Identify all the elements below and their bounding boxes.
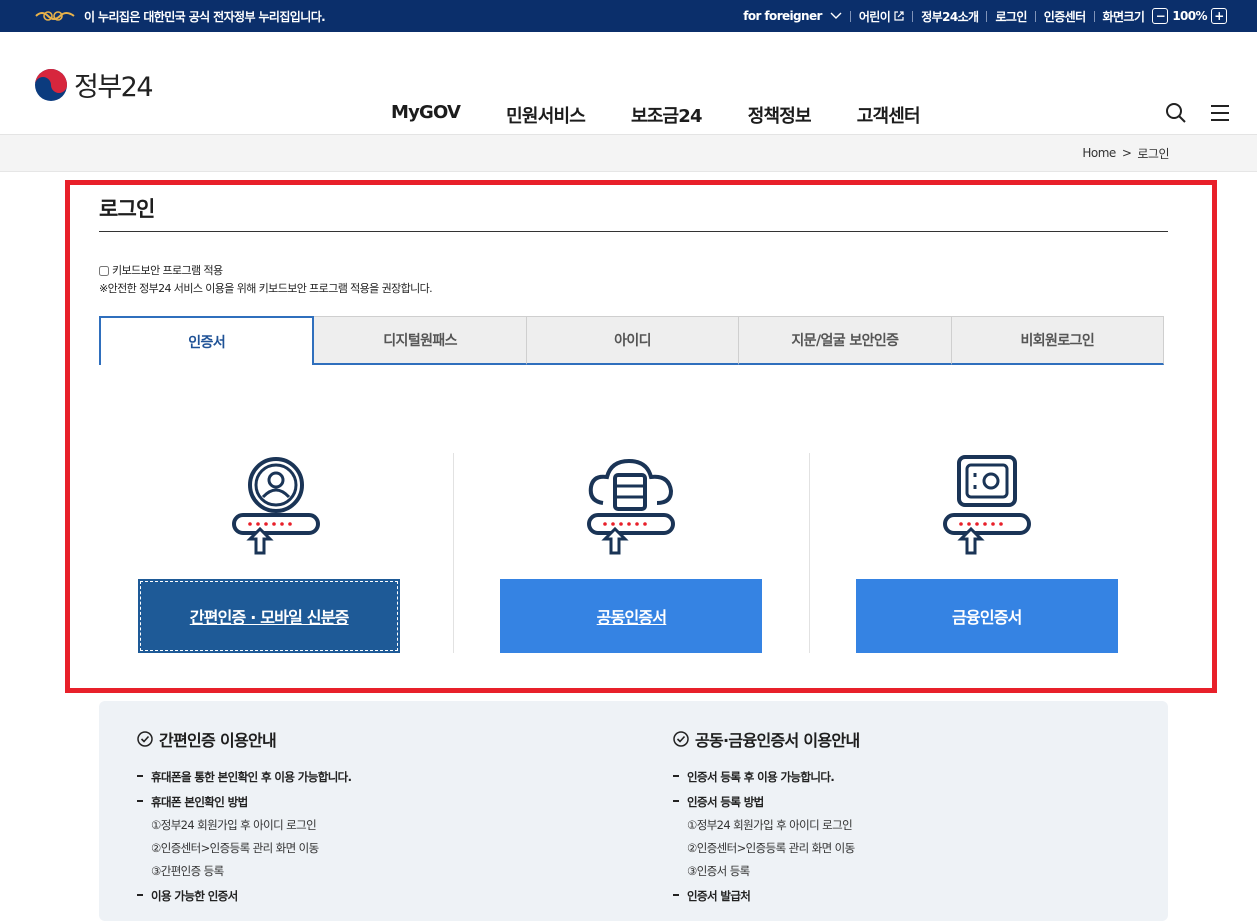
zoom-out-button[interactable]: − [1152, 8, 1169, 24]
keyboard-security-label: 키보드보안 프로그램 적용 [112, 264, 223, 277]
simple-auth-info-title: 간편인증 이용안내 [159, 731, 277, 750]
list-item: 휴대폰을 통한 본인확인 후 이용 가능합니다. [137, 769, 352, 785]
gov-notice-text: 이 누리집은 대한민국 공식 전자정부 누리집입니다. [84, 9, 326, 24]
tab-biometric[interactable]: 지문/얼굴 보안인증 [739, 316, 952, 365]
zoom-level: 100% [1172, 9, 1207, 23]
about-link[interactable]: 정부24소개 [921, 8, 979, 25]
keyboard-security-option[interactable]: 키보드보안 프로그램 적용 [99, 262, 432, 280]
foreigner-link[interactable]: for foreigner [743, 9, 822, 23]
gov-banner: 이 누리집은 대한민국 공식 전자정부 누리집입니다. for foreigne… [0, 0, 1257, 32]
breadcrumb-separator: > [1121, 146, 1132, 160]
step-item: ②인증센터>인증등록 관리 화면 이동 [151, 841, 319, 855]
nav-mygov[interactable]: MyGOV [391, 102, 461, 128]
joint-cert-card: 공동인증서 [453, 453, 808, 653]
financial-cert-button[interactable]: 금융인증서 [855, 579, 1118, 653]
breadcrumb: Home > 로그인 [0, 135, 1257, 172]
site-header: 정부24 MyGOV 민원서비스 보조금24 정책정보 고객센터 [0, 32, 1257, 135]
list-item: 인증서 발급처 [673, 888, 859, 904]
step-item: ①정부24 회원가입 후 아이디 로그인 [151, 818, 317, 832]
safe-icon [942, 455, 1031, 555]
list-item: 인증서 등록 후 이용 가능합니다. [673, 769, 859, 785]
list-item: 휴대폰 본인확인 방법 [137, 794, 351, 810]
step-item: ③간편인증 등록 [151, 864, 224, 878]
tab-id[interactable]: 아이디 [526, 316, 740, 365]
breadcrumb-home[interactable]: Home [1082, 146, 1116, 160]
tab-guest-login[interactable]: 비회원로그인 [951, 316, 1165, 365]
check-circle-icon [673, 731, 689, 747]
gov-notice: 이 누리집은 대한민국 공식 전자정부 누리집입니다. [34, 8, 326, 25]
main-nav: MyGOV 민원서비스 보조금24 정책정보 고객센터 [368, 102, 943, 128]
simple-auth-button[interactable]: 간편인증 · 모바일 신분증 [138, 579, 401, 653]
page-title: 로그인 [99, 197, 155, 221]
logo-text: 정부24 [74, 72, 154, 103]
tab-digital-onepass[interactable]: 디지털원패스 [314, 316, 527, 365]
list-item: 인증서 등록 방법 [673, 794, 859, 810]
user-icon [232, 457, 321, 555]
keyboard-security-checkbox[interactable] [99, 266, 109, 276]
keyboard-security: 키보드보안 프로그램 적용 ※안전한 정부24 서비스 이용을 위해 키보드보안… [99, 262, 433, 298]
list-item: 이용 가능한 인증서 [137, 888, 351, 904]
login-tabs: 인증서 디지털원패스 아이디 지문/얼굴 보안인증 비회원로그인 [99, 316, 1165, 365]
search-icon[interactable] [1165, 102, 1187, 124]
financial-cert-card: 금융인증서 [808, 453, 1164, 653]
zoom-in-button[interactable]: + [1211, 8, 1227, 24]
menu-icon[interactable] [1209, 102, 1231, 124]
step-item: ①정부24 회원가입 후 아이디 로그인 [687, 818, 853, 832]
screen-size-label: 화면크기 [1102, 9, 1145, 24]
chevron-down-icon[interactable] [830, 12, 842, 20]
step-item: ②인증센터>인증등록 관리 화면 이동 [687, 841, 855, 855]
taegeuk-logo-icon [35, 68, 67, 101]
breadcrumb-current: 로그인 [1137, 146, 1169, 161]
cert-center-link[interactable]: 인증센터 [1044, 8, 1086, 25]
site-logo[interactable]: 정부24 [34, 65, 154, 104]
check-circle-icon [137, 731, 153, 747]
nav-customer-center[interactable]: 고객센터 [857, 102, 921, 128]
usage-info-panel: 간편인증 이용안내 휴대폰을 통한 본인확인 후 이용 가능합니다. 휴대폰 본… [99, 701, 1168, 921]
external-link-icon [894, 11, 904, 21]
cert-info: 공동·금융인증서 이용안내 인증서 등록 후 이용 가능합니다. 인증서 등록 … [673, 727, 860, 913]
kids-link[interactable]: 어린이 [859, 8, 891, 25]
login-methods: 간편인증 · 모바일 신분증 공동인증서 금융인증서 [99, 453, 1164, 653]
gov-emblem-icon [35, 11, 75, 21]
joint-cert-button[interactable]: 공동인증서 [500, 579, 763, 653]
step-item: ③인증서 등록 [687, 864, 750, 878]
nav-policy[interactable]: 정책정보 [748, 102, 812, 128]
nav-subsidy[interactable]: 보조금24 [631, 102, 703, 128]
cert-info-title: 공동·금융인증서 이용안내 [695, 731, 860, 750]
simple-auth-info: 간편인증 이용안내 휴대폰을 통한 본인확인 후 이용 가능합니다. 휴대폰 본… [137, 727, 352, 913]
nav-civil-service[interactable]: 민원서비스 [506, 102, 586, 128]
cloud-server-icon [587, 458, 676, 555]
simple-auth-card: 간편인증 · 모바일 신분증 [99, 453, 453, 653]
title-divider [99, 231, 1168, 232]
tab-certificate[interactable]: 인증서 [99, 316, 315, 365]
keyboard-security-note: ※안전한 정부24 서비스 이용을 위해 키보드보안 프로그램 적용을 권장합니… [99, 282, 433, 295]
login-link[interactable]: 로그인 [995, 8, 1027, 25]
